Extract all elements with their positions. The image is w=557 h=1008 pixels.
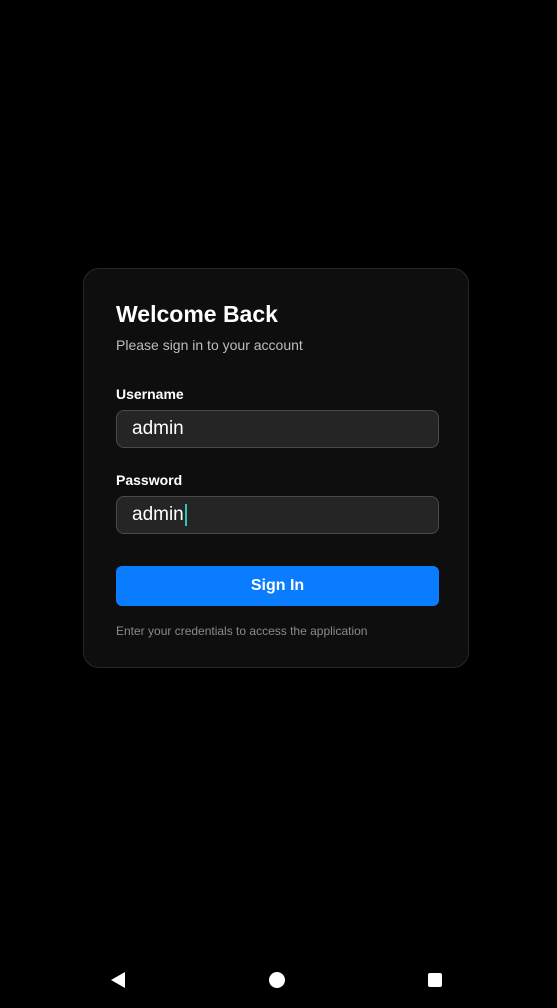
username-label: Username <box>116 386 184 402</box>
login-card: Welcome Back Please sign in to your acco… <box>83 268 469 668</box>
recents-square-icon <box>428 973 442 987</box>
system-navigation-bar <box>0 952 557 1008</box>
page-subtitle: Please sign in to your account <box>116 337 303 353</box>
recents-button[interactable] <box>419 964 451 996</box>
home-button[interactable] <box>261 964 293 996</box>
password-label: Password <box>116 472 183 488</box>
sign-in-button[interactable]: Sign In <box>116 566 439 606</box>
username-field[interactable]: admin <box>116 410 439 448</box>
home-circle-icon <box>269 972 285 988</box>
page-title: Welcome Back <box>116 301 278 327</box>
password-value: admin <box>132 504 184 525</box>
back-button[interactable] <box>102 964 134 996</box>
back-triangle-icon <box>111 972 125 988</box>
text-caret <box>184 504 187 526</box>
screen: Welcome Back Please sign in to your acco… <box>0 0 557 1008</box>
username-value: admin <box>132 418 184 439</box>
helper-text: Enter your credentials to access the app… <box>116 624 368 638</box>
password-field[interactable]: admin <box>116 496 439 534</box>
